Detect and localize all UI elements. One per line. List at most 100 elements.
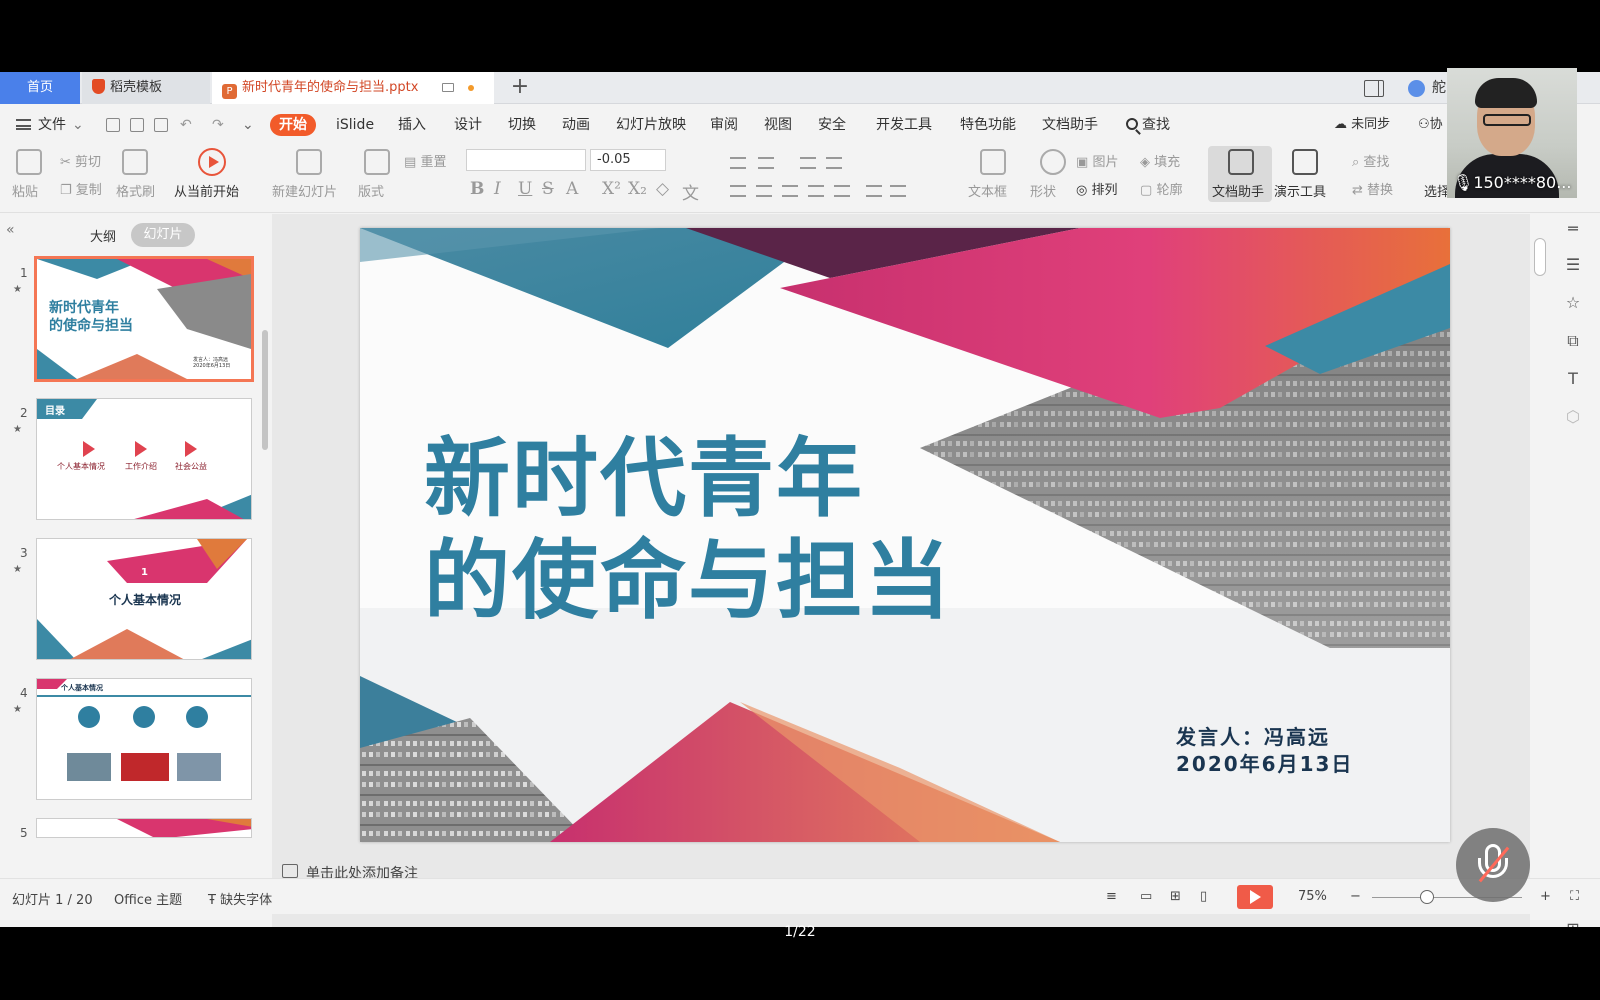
properties-icon[interactable]: ☰ <box>1564 256 1582 274</box>
paragraph-spacing-icon[interactable] <box>890 185 906 197</box>
slide-thumbnail-3[interactable]: 1 个人基本情况 <box>36 538 252 660</box>
zoom-level[interactable]: 75% <box>1298 889 1327 904</box>
align-right-icon[interactable] <box>782 185 798 197</box>
menu-animation[interactable]: 动画 <box>562 114 590 136</box>
sorter-view-icon[interactable]: ⊞ <box>1170 889 1181 904</box>
menu-review[interactable]: 审阅 <box>710 114 738 136</box>
layout-icon[interactable] <box>364 149 390 175</box>
customize-icon[interactable]: ⌄ <box>242 114 254 136</box>
menu-developer[interactable]: 开发工具 <box>876 114 932 136</box>
fill-button[interactable]: ◈ 填充 <box>1140 151 1180 170</box>
menu-slideshow[interactable]: 幻灯片放映 <box>616 114 686 136</box>
cube-icon[interactable]: ⬡ <box>1564 408 1582 426</box>
text-effect-icon[interactable]: 文 <box>682 179 699 204</box>
font-size-input[interactable]: -0.05 <box>590 149 666 171</box>
zoom-out-icon[interactable]: − <box>1350 889 1361 904</box>
menu-security[interactable]: 安全 <box>818 114 846 136</box>
play-from-current-button[interactable]: 从当前开始 <box>174 181 239 200</box>
chevron-down-icon[interactable]: ⌄ <box>72 114 84 136</box>
presentation-tools-icon[interactable] <box>1292 149 1318 175</box>
menu-design[interactable]: 设计 <box>454 114 482 136</box>
thumbnail-scrollbar[interactable] <box>262 330 268 450</box>
zoom-slider-knob[interactable] <box>1420 890 1434 904</box>
menu-view[interactable]: 视图 <box>764 114 792 136</box>
scrollbar-thumb[interactable] <box>1534 238 1546 276</box>
subscript-icon[interactable]: X₂ <box>628 179 647 199</box>
text-icon[interactable]: T <box>1564 370 1582 388</box>
tab-slides[interactable]: 幻灯片 <box>131 223 195 247</box>
line-spacing-icon[interactable] <box>866 185 882 197</box>
collab-button[interactable]: ⚇协 <box>1418 114 1443 136</box>
slide-thumbnail-1[interactable]: 新时代青年 的使命与担当 发言人：冯高远 2020年6月13日 <box>34 256 254 382</box>
doc-assistant-button[interactable]: 文档助手 <box>1212 181 1264 200</box>
account-label[interactable]: 舵 <box>1432 77 1446 99</box>
presentation-tools-button[interactable]: 演示工具 <box>1274 181 1326 200</box>
outline-button[interactable]: ▢ 轮廓 <box>1140 179 1182 198</box>
font-family-select[interactable] <box>466 149 586 171</box>
paste-icon[interactable] <box>16 149 42 175</box>
tab-template[interactable]: 稻壳模板 <box>82 72 210 104</box>
new-slide-icon[interactable] <box>296 149 322 175</box>
tab-home[interactable]: 首页 <box>0 72 80 104</box>
collapse-panel-icon[interactable]: « <box>6 222 15 238</box>
current-slide[interactable]: 新时代青年 的使命与担当 发言人：冯高远 2020年6月13日 <box>360 228 1450 842</box>
bullets-icon[interactable] <box>730 157 746 169</box>
tab-document[interactable]: P 新时代青年的使命与担当.pptx <box>212 72 494 104</box>
normal-view-icon[interactable]: ▭ <box>1140 889 1152 904</box>
undo-icon[interactable]: ↶ <box>180 114 192 136</box>
font-color-icon[interactable]: A <box>566 179 578 199</box>
paste-button[interactable]: 粘贴 <box>12 181 38 200</box>
print-preview-icon[interactable] <box>154 118 168 132</box>
slideshow-play-button[interactable] <box>1237 885 1273 909</box>
slide-speaker-block[interactable]: 发言人：冯高远 2020年6月13日 <box>1176 724 1353 778</box>
zoom-in-icon[interactable]: + <box>1540 889 1551 904</box>
notes-toggle-icon[interactable]: ≡ <box>1106 889 1117 904</box>
indent-decrease-icon[interactable] <box>800 157 816 169</box>
clear-format-icon[interactable]: ◇ <box>656 179 669 199</box>
menu-file[interactable]: 文件 <box>38 114 66 136</box>
layout-button[interactable]: 版式 <box>358 181 384 200</box>
slide-title[interactable]: 新时代青年 的使命与担当 <box>424 428 952 632</box>
cut-button[interactable]: ✂ 剪切 <box>60 151 101 170</box>
play-icon[interactable] <box>198 148 226 176</box>
save-icon[interactable] <box>106 118 120 132</box>
format-painter-button[interactable]: 格式刷 <box>116 181 155 200</box>
align-left-icon[interactable] <box>730 185 746 197</box>
theme-name[interactable]: Office 主题 <box>114 889 182 908</box>
menu-transition[interactable]: 切换 <box>508 114 536 136</box>
textbox-button[interactable]: 文本框 <box>968 181 1007 200</box>
animation-icon[interactable]: ☆ <box>1564 294 1582 312</box>
shape-button[interactable]: 形状 <box>1030 181 1056 200</box>
reset-button[interactable]: ▤ 重置 <box>404 151 446 170</box>
textbox-icon[interactable] <box>980 149 1006 175</box>
collapse-sidebar-icon[interactable]: ═ <box>1564 220 1582 238</box>
shape-icon[interactable] <box>1040 149 1066 175</box>
bold-icon[interactable]: B <box>470 179 484 199</box>
account-icon[interactable] <box>1408 80 1425 97</box>
find-button[interactable]: ⌕ 查找 <box>1352 151 1389 170</box>
monitor-icon[interactable] <box>442 83 454 92</box>
menu-home[interactable]: 开始 <box>270 114 316 136</box>
vertical-scrollbar[interactable] <box>1532 214 1548 864</box>
arrange-button[interactable]: ◎ 排列 <box>1076 179 1118 198</box>
copy-button[interactable]: ❐ 复制 <box>60 179 102 198</box>
superscript-icon[interactable]: X² <box>602 179 621 199</box>
slide-thumbnail-2[interactable]: 目录 个人基本情况 工作介绍 社会公益 <box>36 398 252 520</box>
underline-icon[interactable]: U <box>518 179 532 199</box>
slide-thumbnail-5[interactable] <box>36 818 252 838</box>
italic-icon[interactable]: I <box>494 179 501 199</box>
print-icon[interactable] <box>130 118 144 132</box>
menu-search[interactable]: 查找 <box>1126 114 1170 136</box>
menu-insert[interactable]: 插入 <box>398 114 426 136</box>
missing-font[interactable]: Ŧ 缺失字体 <box>208 889 272 908</box>
sync-status[interactable]: ☁ 未同步 <box>1334 114 1390 136</box>
mute-microphone-button[interactable] <box>1456 828 1530 902</box>
menu-islide[interactable]: iSlide <box>336 114 374 136</box>
indent-increase-icon[interactable] <box>826 157 842 169</box>
align-center-icon[interactable] <box>756 185 772 197</box>
tab-outline[interactable]: 大纲 <box>90 226 116 245</box>
new-tab-button[interactable]: + <box>500 72 540 104</box>
reading-view-icon[interactable]: ▯ <box>1200 889 1207 904</box>
strikethrough-icon[interactable]: S <box>542 179 554 199</box>
menu-features[interactable]: 特色功能 <box>960 114 1016 136</box>
